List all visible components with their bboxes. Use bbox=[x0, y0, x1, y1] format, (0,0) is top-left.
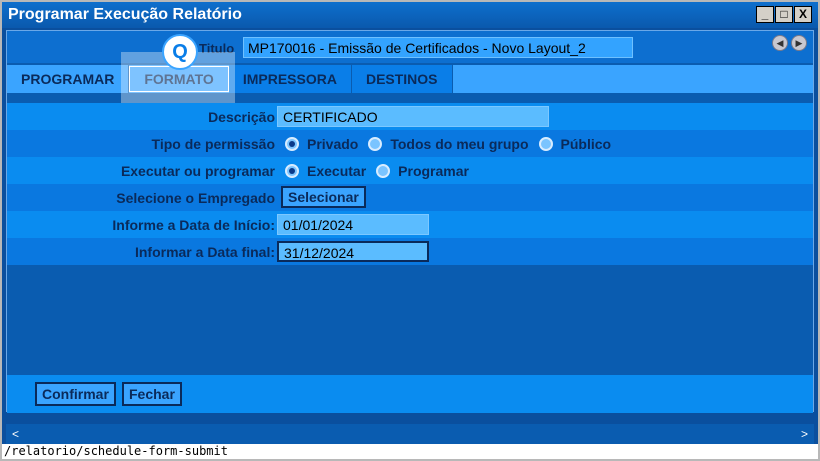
radio-label: Programar bbox=[398, 163, 469, 179]
radio-dot-icon bbox=[368, 137, 383, 151]
horizontal-scrollbar[interactable]: < > bbox=[6, 424, 814, 444]
window-titlebar: Programar Execução Relatório _ □ X bbox=[2, 2, 818, 28]
executar-label: Executar ou programar bbox=[120, 163, 275, 179]
tab-destinos[interactable]: DESTINOS bbox=[351, 65, 453, 93]
selecionar-button[interactable]: Selecionar bbox=[281, 186, 366, 208]
fechar-button[interactable]: Fechar bbox=[122, 382, 182, 406]
radio-publico[interactable]: Público bbox=[538, 136, 612, 152]
window-controls: _ □ X bbox=[756, 6, 812, 23]
nav-arrows: ◀ ▶ bbox=[772, 35, 807, 51]
tab-impressora[interactable]: IMPRESSORA bbox=[228, 65, 352, 93]
radio-executar[interactable]: Executar bbox=[285, 163, 366, 179]
radio-dot-icon bbox=[538, 137, 553, 151]
radio-todos-grupo[interactable]: Todos do meu grupo bbox=[368, 136, 529, 152]
form-empty-area bbox=[7, 275, 813, 373]
footer-bar: Confirmar Fechar bbox=[7, 375, 813, 413]
scroll-right-icon[interactable]: > bbox=[801, 427, 808, 441]
data-final-row: Informar a Data final: 31/12/2024 bbox=[7, 238, 813, 265]
close-button[interactable]: X bbox=[794, 6, 812, 23]
data-inicio-row: Informe a Data de Início: 01/01/2024 bbox=[7, 211, 813, 238]
report-schedule-window: Programar Execução Relatório _ □ X Titul… bbox=[0, 0, 820, 461]
radio-privado[interactable]: Privado bbox=[285, 136, 358, 152]
data-final-field[interactable]: 31/12/2024 bbox=[277, 241, 429, 262]
radio-dot-icon bbox=[285, 164, 299, 178]
schedule-form: Descrição CERTIFICADO Tipo de permissão … bbox=[7, 103, 813, 265]
executar-radio-group: Executar Programar bbox=[285, 163, 479, 179]
tab-programar[interactable]: PROGRAMAR bbox=[7, 65, 130, 93]
empregado-label: Selecione o Empregado bbox=[116, 190, 275, 206]
radio-label: Privado bbox=[307, 136, 359, 152]
maximize-button[interactable]: □ bbox=[775, 6, 793, 23]
data-final-label: Informar a Data final: bbox=[134, 244, 275, 260]
data-inicio-field[interactable]: 01/01/2024 bbox=[277, 214, 429, 235]
radio-label: Executar bbox=[307, 163, 367, 179]
next-arrow-icon[interactable]: ▶ bbox=[791, 35, 807, 51]
shortcut-badge: Q bbox=[162, 34, 198, 70]
scroll-left-icon[interactable]: < bbox=[12, 427, 19, 441]
empregado-row: Selecione o Empregado Selecionar bbox=[7, 184, 813, 211]
minimize-button[interactable]: _ bbox=[756, 6, 774, 23]
radio-label: Todos do meu grupo bbox=[390, 136, 529, 152]
status-bar: /relatorio/schedule-form-submit bbox=[2, 444, 818, 459]
confirmar-button[interactable]: Confirmar bbox=[35, 382, 116, 406]
prev-arrow-icon[interactable]: ◀ bbox=[772, 35, 788, 51]
permissao-row: Tipo de permissão Privado Todos do meu g… bbox=[7, 130, 813, 157]
titulo-field[interactable]: MP170016 - Emissão de Certificados - Nov… bbox=[243, 37, 633, 58]
descricao-field[interactable]: CERTIFICADO bbox=[277, 106, 549, 127]
dialog-frame: Titulo MP170016 - Emissão de Certificado… bbox=[6, 30, 814, 413]
permissao-radio-group: Privado Todos do meu grupo Público bbox=[285, 136, 621, 152]
radio-label: Público bbox=[560, 136, 612, 152]
radio-dot-icon bbox=[376, 164, 391, 178]
permissao-label: Tipo de permissão bbox=[151, 136, 275, 152]
window-title: Programar Execução Relatório bbox=[8, 6, 242, 23]
data-inicio-label: Informe a Data de Início: bbox=[112, 217, 275, 233]
descricao-row: Descrição CERTIFICADO bbox=[7, 103, 813, 130]
executar-row: Executar ou programar Executar Programar bbox=[7, 157, 813, 184]
radio-dot-icon bbox=[285, 137, 299, 151]
radio-programar[interactable]: Programar bbox=[376, 163, 469, 179]
descricao-label: Descrição bbox=[208, 109, 275, 125]
